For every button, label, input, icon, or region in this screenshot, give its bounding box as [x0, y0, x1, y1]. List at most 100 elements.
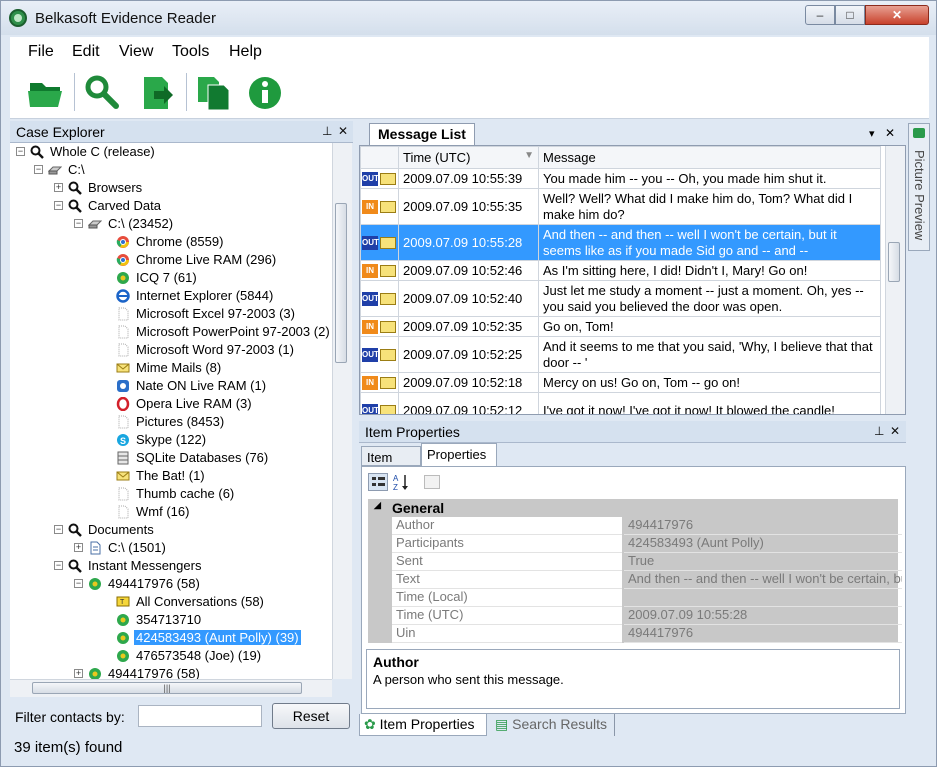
message-icon: [380, 237, 396, 250]
collapse-toggle-icon[interactable]: −: [54, 201, 63, 210]
message-row[interactable]: OUT 2009.07.09 10:52:40 Just let me study …: [360, 280, 881, 317]
export-button[interactable]: [138, 73, 178, 113]
categorized-view-button[interactable]: [368, 473, 388, 491]
collapse-arrow-icon[interactable]: ◢: [374, 500, 381, 511]
collapse-toggle-icon[interactable]: −: [54, 525, 63, 534]
expand-toggle-icon[interactable]: +: [74, 669, 83, 678]
description-title: Author: [373, 654, 419, 670]
message-time: 2009.07.09 10:52:12: [398, 392, 539, 414]
tree-node-label: Chrome Live RAM (296): [136, 252, 277, 267]
message-row[interactable]: IN 2009.07.09 10:55:35 Well? Well? What di…: [360, 188, 881, 225]
property-row[interactable]: Text And then -- and then -- well I won't…: [392, 571, 902, 589]
message-row[interactable]: OUT 2009.07.09 10:55:39 You made him -- yo…: [360, 168, 881, 189]
message-vertical-scrollbar[interactable]: [885, 146, 905, 414]
property-value: True: [624, 553, 902, 571]
pin-icon[interactable]: ⊥: [322, 124, 332, 138]
menu-view[interactable]: View: [119, 43, 153, 61]
property-value: 494417976: [624, 625, 902, 643]
tree-node-label: Whole C (release): [50, 144, 155, 159]
document-icon: [88, 540, 106, 555]
database-icon: [116, 450, 134, 465]
property-row[interactable]: Author 494417976: [392, 517, 902, 535]
status-text: 39 item(s) found: [14, 739, 123, 756]
tab-message-list[interactable]: Message List: [369, 123, 475, 145]
collapse-toggle-icon[interactable]: −: [34, 165, 43, 174]
message-text: Go on, Tom!: [538, 316, 881, 337]
info-button[interactable]: [246, 73, 286, 113]
header-message[interactable]: Message: [538, 146, 881, 169]
maximize-button[interactable]: □: [835, 5, 865, 25]
message-text: Well? Well? What did I make him do, Tom?…: [538, 188, 881, 225]
svg-text:Z: Z: [393, 483, 398, 491]
doc-icon: [116, 504, 134, 519]
tree-node-label: C:\ (23452): [108, 216, 174, 231]
tree-node-label: Nate ON Live RAM (1): [136, 378, 267, 393]
expand-toggle-icon[interactable]: +: [74, 543, 83, 552]
message-row[interactable]: IN 2009.07.09 10:52:18 Mercy on us! Go on,…: [360, 372, 881, 393]
close-properties-button[interactable]: ✕: [890, 424, 900, 438]
pin-icon[interactable]: ⊥: [874, 424, 884, 438]
property-description: Author A person who sent this message.: [366, 649, 900, 709]
tree-hscroll-thumb[interactable]: |||: [32, 682, 302, 694]
property-group-general[interactable]: ◢ General: [368, 499, 898, 517]
property-row[interactable]: Time (Local): [392, 589, 902, 607]
tree-scroll-thumb[interactable]: [335, 203, 347, 363]
menu-tools[interactable]: Tools: [172, 43, 209, 61]
tab-search-results[interactable]: ▤ Search Results: [491, 714, 615, 736]
message-row[interactable]: OUT 2009.07.09 10:52:12 I've got it now! I…: [360, 392, 881, 414]
picture-preview-tab[interactable]: Picture Preview: [908, 123, 930, 251]
close-panel-button[interactable]: ✕: [338, 124, 348, 138]
info-icon: [249, 77, 281, 109]
property-pages-icon[interactable]: [424, 475, 440, 489]
message-row[interactable]: IN 2009.07.09 10:52:35 Go on, Tom!: [360, 316, 881, 337]
message-row[interactable]: IN 2009.07.09 10:52:46 As I'm sitting here…: [360, 260, 881, 281]
header-time-utc[interactable]: Time (UTC) ▼: [398, 146, 539, 169]
menu-edit[interactable]: Edit: [72, 43, 100, 61]
mail-icon: [116, 468, 134, 483]
close-message-list-button[interactable]: ✕: [885, 126, 895, 140]
tree-node-label: C:\ (1501): [108, 540, 166, 555]
filter-input[interactable]: [138, 705, 262, 727]
tab-item-text[interactable]: Item text: [361, 446, 421, 480]
property-row[interactable]: Uin 494417976: [392, 625, 902, 643]
open-folder-button[interactable]: [26, 73, 66, 113]
menu-help[interactable]: Help: [229, 43, 262, 61]
message-row[interactable]: OUT 2009.07.09 10:52:25 And it seems to me…: [360, 336, 881, 373]
expand-toggle-icon[interactable]: +: [54, 183, 63, 192]
close-window-button[interactable]: ✕: [865, 5, 929, 25]
tab-properties[interactable]: Properties: [421, 443, 497, 467]
property-row[interactable]: Participants 424583493 (Aunt Polly): [392, 535, 902, 553]
tree-node-label: 494417976 (58): [108, 576, 200, 591]
tree-node-label: Microsoft Word 97-2003 (1): [136, 342, 294, 357]
alphabetical-sort-button[interactable]: AZ: [392, 473, 412, 492]
tree-vertical-scrollbar[interactable]: [332, 143, 352, 679]
collapse-toggle-icon[interactable]: −: [16, 147, 25, 156]
search-icon: [68, 558, 86, 573]
property-row[interactable]: Time (UTC) 2009.07.09 10:55:28: [392, 607, 902, 625]
collapse-toggle-icon[interactable]: −: [74, 219, 83, 228]
minimize-button[interactable]: –: [805, 5, 835, 25]
message-row[interactable]: OUT 2009.07.09 10:55:28 And then -- and th…: [360, 224, 881, 261]
copy-button[interactable]: [194, 73, 234, 113]
search-icon: [85, 75, 119, 109]
tree-node-label: 424583493 (Aunt Polly) (39): [134, 630, 301, 645]
message-icon: [380, 349, 396, 362]
property-row[interactable]: Sent True: [392, 553, 902, 571]
nateon-icon: [116, 378, 134, 393]
list-icon: ▤: [495, 716, 509, 732]
search-button[interactable]: [82, 73, 122, 113]
menu-file[interactable]: File: [28, 43, 54, 61]
reset-button[interactable]: Reset: [272, 703, 350, 729]
doc-icon: [116, 342, 134, 357]
doc-icon: [116, 414, 134, 429]
search-icon: [68, 180, 86, 195]
tree-horizontal-scrollbar[interactable]: |||: [10, 679, 332, 697]
incoming-icon: IN: [362, 200, 378, 215]
message-list-menu-button[interactable]: ▾: [869, 127, 875, 140]
message-text: I've got it now! I've got it now! It blo…: [538, 392, 881, 414]
collapse-toggle-icon[interactable]: −: [54, 561, 63, 570]
message-scroll-thumb[interactable]: [888, 242, 900, 282]
property-grid: ◢ General Author 494417976 Participants 424…: [368, 499, 902, 643]
collapse-toggle-icon[interactable]: −: [74, 579, 83, 588]
tab-item-properties[interactable]: ✿ Item Properties: [359, 714, 487, 736]
